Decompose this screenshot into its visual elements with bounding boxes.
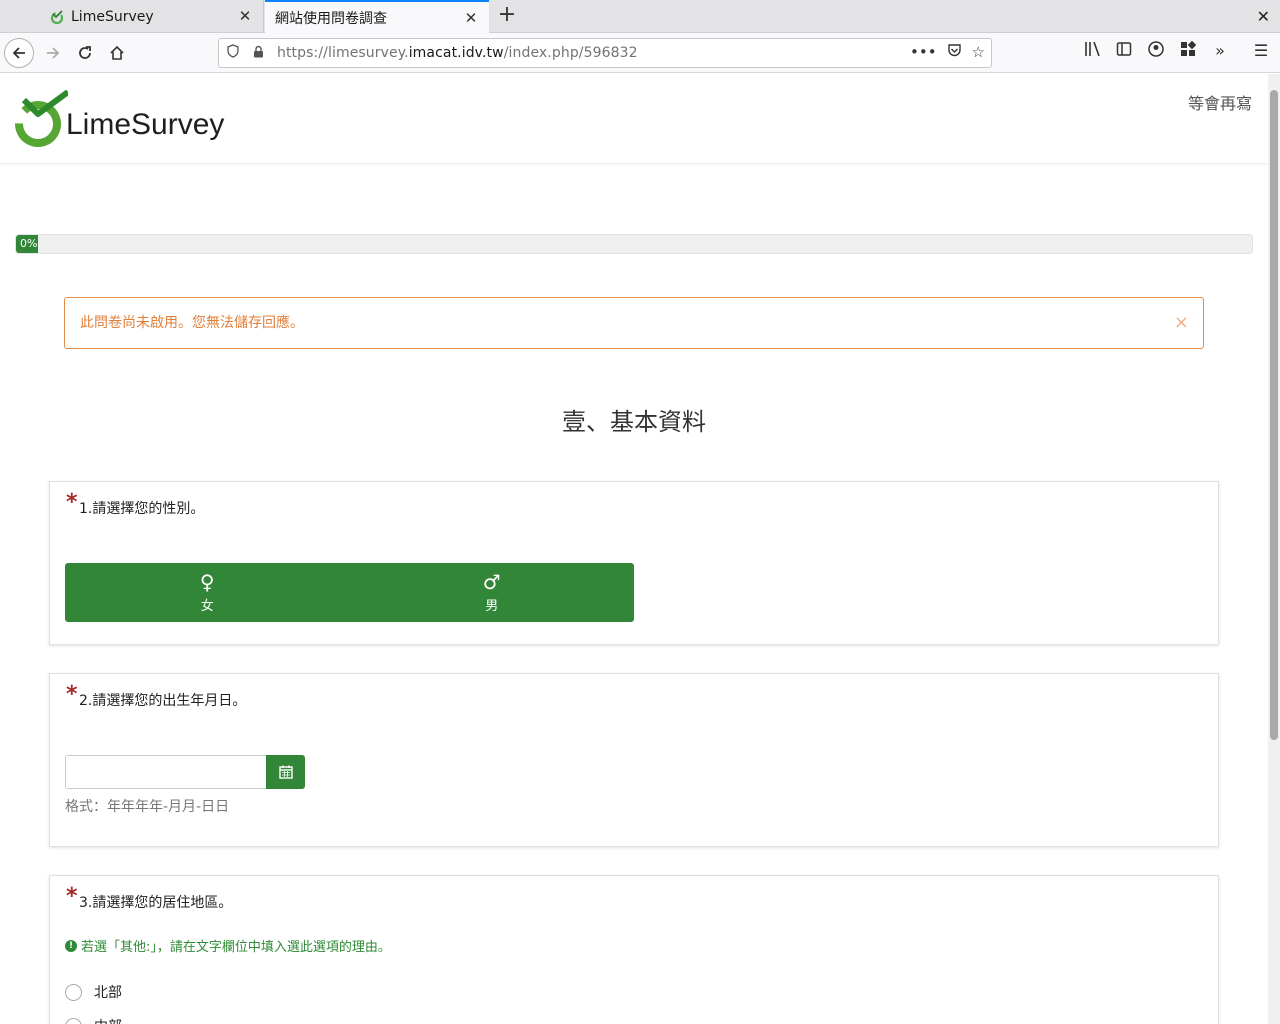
limesurvey-logo-icon — [14, 89, 70, 150]
date-format-help: 格式：年年年年-月月-日日 — [65, 799, 230, 815]
progress-fill: 0% — [16, 235, 38, 253]
logo[interactable]: LimeSurvey — [14, 89, 225, 150]
required-asterisk-icon: * — [66, 682, 78, 707]
question-card-gender: * 1.請選擇您的性別。 ♀ 女 ♂ 男 — [49, 481, 1219, 645]
calendar-button[interactable] — [266, 755, 305, 789]
new-tab-button[interactable]: + — [495, 4, 519, 28]
question-card-region: * 3.請選擇您的居住地區。 ! 若選「其他:」，請在文字欄位中填入選此選項的理… — [49, 875, 1219, 1024]
question-text: 2.請選擇您的出生年月日。 — [79, 693, 247, 709]
arrow-left-icon — [12, 47, 25, 59]
inactive-survey-alert: 此問卷尚未啟用。您無法儲存回應。 × — [64, 297, 1204, 349]
forward-button[interactable] — [38, 38, 68, 68]
option-label: 北部 — [94, 985, 122, 1001]
question-card-birthdate: * 2.請選擇您的出生年月日。 格式：年年年年-月月-日日 — [49, 673, 1219, 847]
tab-title: 網站使用問卷調查 — [275, 11, 387, 27]
exclamation-circle-icon: ! — [65, 939, 77, 952]
navigation-bar: https://limesurvey.imacat.idv.tw/index.p… — [0, 33, 1280, 73]
more-actions-icon[interactable]: ••• — [910, 43, 937, 62]
back-button[interactable] — [4, 38, 34, 68]
pocket-icon[interactable] — [947, 43, 962, 62]
home-button[interactable] — [102, 38, 132, 68]
reload-icon — [79, 46, 91, 59]
alert-text: 此問卷尚未啟用。您無法儲存回應。 — [80, 315, 304, 331]
calendar-icon — [278, 765, 293, 779]
extensions-icon[interactable] — [1177, 40, 1199, 63]
birthdate-input[interactable] — [65, 755, 267, 789]
lock-icon[interactable] — [253, 45, 267, 61]
close-icon[interactable]: × — [1174, 298, 1189, 348]
gender-option-female[interactable]: ♀ 女 — [65, 563, 350, 622]
home-icon — [110, 45, 124, 60]
gender-option-male[interactable]: ♂ 男 — [350, 563, 635, 622]
gender-button-group: ♀ 女 ♂ 男 — [65, 563, 634, 622]
survey-page: LimeSurvey 等會再寫 0% 此問卷尚未啟用。您無法儲存回應。 × 壹、… — [0, 74, 1268, 1024]
option-label: 中部 — [94, 1016, 122, 1024]
radio-option-central[interactable]: 中部 — [65, 1016, 122, 1024]
radio-option-north[interactable]: 北部 — [65, 982, 122, 1002]
tab-bar: LimeSurvey ✕ 網站使用問卷調查 ✕ + ✕ — [0, 0, 1280, 34]
option-label: 男 — [485, 598, 499, 614]
question-text: 3.請選擇您的居住地區。 — [79, 895, 233, 911]
radio-button[interactable] — [65, 983, 82, 1001]
close-icon[interactable]: ✕ — [463, 10, 479, 26]
save-later-link[interactable]: 等會再寫 — [1188, 90, 1252, 114]
bookmark-star-icon[interactable]: ☆ — [972, 43, 985, 62]
tip-text: 若選「其他:」，請在文字欄位中填入選此選項的理由。 — [81, 940, 391, 955]
scrollbar-thumb[interactable] — [1270, 90, 1278, 740]
window-close-icon[interactable]: ✕ — [1257, 7, 1270, 26]
url-bar[interactable]: https://limesurvey.imacat.idv.tw/index.p… — [218, 38, 992, 68]
radio-button[interactable] — [65, 1017, 82, 1024]
option-label: 女 — [200, 598, 214, 614]
progress-bar: 0% — [15, 234, 1253, 254]
tab-survey[interactable]: 網站使用問卷調查 ✕ — [265, 0, 489, 34]
page-scrollbar[interactable] — [1268, 74, 1280, 1024]
limesurvey-favicon-icon — [50, 9, 64, 24]
group-title: 壹、基本資料 — [562, 408, 706, 436]
site-header: LimeSurvey 等會再寫 — [0, 74, 1268, 164]
reload-button[interactable] — [70, 38, 100, 68]
hamburger-menu-icon[interactable]: ☰ — [1250, 41, 1272, 63]
sidebar-icon[interactable] — [1113, 41, 1135, 63]
tab-limesurvey[interactable]: LimeSurvey ✕ — [40, 0, 264, 33]
account-icon[interactable] — [1145, 41, 1167, 63]
tab-title: LimeSurvey — [71, 8, 154, 25]
logo-text: LimeSurvey — [66, 108, 225, 141]
female-symbol-icon: ♀ — [199, 569, 215, 594]
required-asterisk-icon: * — [66, 490, 78, 515]
library-icon[interactable] — [1082, 41, 1104, 63]
overflow-chevron-icon[interactable]: » — [1209, 41, 1231, 63]
close-icon[interactable]: ✕ — [237, 8, 253, 24]
tracking-shield-icon[interactable] — [227, 44, 241, 62]
question-text: 1.請選擇您的性別。 — [79, 501, 205, 517]
question-tip: ! 若選「其他:」，請在文字欄位中填入選此選項的理由。 — [65, 936, 391, 955]
arrow-right-icon — [47, 47, 60, 59]
url-text[interactable]: https://limesurvey.imacat.idv.tw/index.p… — [277, 45, 638, 61]
required-asterisk-icon: * — [66, 884, 78, 909]
male-symbol-icon: ♂ — [482, 569, 501, 594]
